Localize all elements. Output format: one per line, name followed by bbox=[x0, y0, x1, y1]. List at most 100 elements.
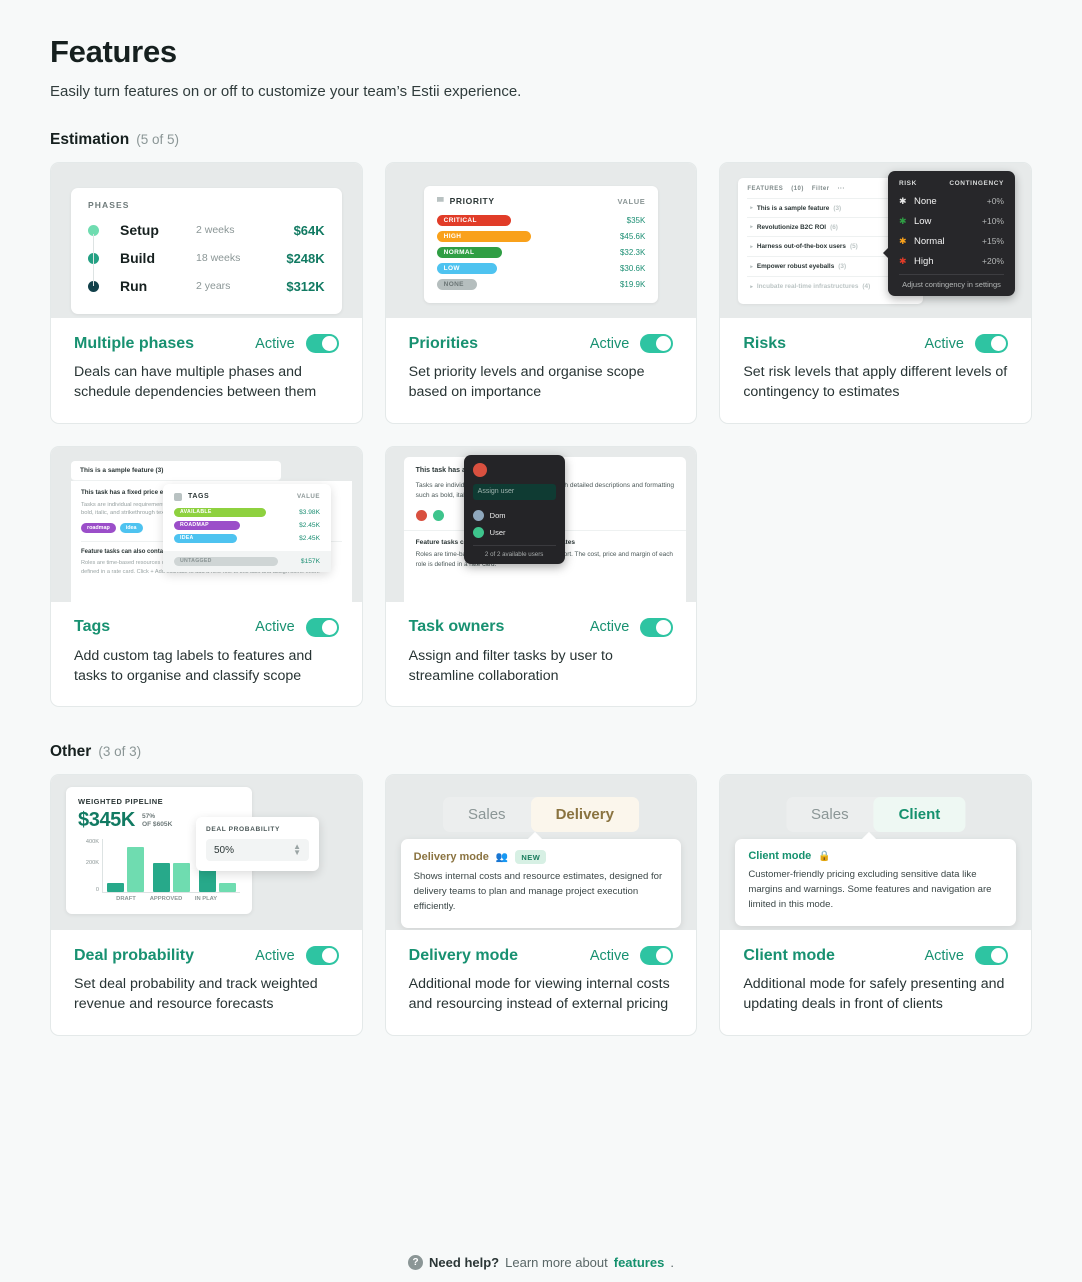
feature-card-deal-probability[interactable]: WEIGHTED PIPELINE $345K 57% OF $605K 400… bbox=[50, 774, 363, 1036]
item-name: Revolutionize B2C ROI bbox=[756, 223, 827, 231]
help-bold: Need help? bbox=[429, 1255, 500, 1270]
card-state: Active bbox=[589, 617, 674, 637]
feature-toggle[interactable] bbox=[640, 946, 674, 966]
tags-value-header: VALUE bbox=[296, 493, 320, 501]
feature-card-delivery-mode[interactable]: Sales Delivery Delivery mode 👥 NEW Shows… bbox=[384, 774, 698, 1036]
priority-header-row: PRIORITY VALUE bbox=[436, 196, 646, 206]
deal-probability-popup: DEAL PROBABILITY 50% ▲ ▼ bbox=[196, 817, 319, 872]
x-label: APPROVED bbox=[149, 896, 183, 903]
tag-row: IDEA $2.45K bbox=[174, 532, 320, 545]
feature-toggle[interactable] bbox=[974, 946, 1008, 966]
features-count: (10) bbox=[791, 186, 804, 192]
feature-card-risks[interactable]: FEATURES (10) Filter ··· ▸ This is a sam… bbox=[719, 162, 1032, 424]
chevron-right-icon: ▸ bbox=[750, 205, 753, 211]
pct-line1: 57% bbox=[141, 812, 156, 820]
priority-panel: PRIORITY VALUE CRITICAL $35K HIGH $45.6K bbox=[423, 186, 659, 303]
risk-contingency-menu: RISK CONTINGENCY ✱ None +0% ✱ Low +10% ✱… bbox=[882, 171, 1015, 296]
popup-description: Shows internal costs and resource estima… bbox=[413, 871, 663, 912]
untagged-value: $157K bbox=[300, 557, 320, 565]
tab-delivery[interactable]: Delivery bbox=[530, 797, 639, 833]
card-body: Priorities Active Set priority levels an… bbox=[386, 318, 697, 423]
pipeline-header: WEIGHTED PIPELINE bbox=[78, 797, 164, 807]
card-title: Delivery mode bbox=[408, 946, 519, 964]
item-name: Harness out-of-the-box users bbox=[756, 243, 846, 250]
card-header-row: Task owners Active bbox=[408, 617, 674, 637]
user-option[interactable]: Dom bbox=[472, 507, 556, 524]
feature-card-tags[interactable]: This is a sample feature (3) This task h… bbox=[50, 445, 363, 708]
feature-card-client-mode[interactable]: Sales Client Client mode 🔒 Customer-frie… bbox=[719, 774, 1032, 1036]
avatar bbox=[415, 509, 427, 521]
priority-row: HIGH $45.6K bbox=[436, 228, 645, 244]
card-header-row: Deal probability Active bbox=[74, 946, 339, 966]
priority-bar: HIGH bbox=[436, 230, 531, 242]
risk-menu-row[interactable]: ✱ Low +10% bbox=[899, 211, 1004, 231]
priority-label: NONE bbox=[443, 280, 464, 288]
help-period: . bbox=[670, 1255, 674, 1270]
popup-arrow bbox=[862, 832, 877, 847]
current-user-avatar bbox=[472, 462, 487, 477]
help-icon[interactable]: ? bbox=[408, 1255, 424, 1270]
risk-menu-row[interactable]: ✱ None +0% bbox=[899, 191, 1004, 211]
risk-level-label: Low bbox=[913, 215, 932, 227]
card-title: Task owners bbox=[408, 618, 505, 636]
item-name: This is a sample feature bbox=[756, 204, 830, 212]
tag-bar: ROADMAP bbox=[174, 520, 240, 530]
feature-toggle[interactable] bbox=[640, 617, 674, 637]
tab-client[interactable]: Client bbox=[873, 797, 966, 833]
feature-toggle[interactable] bbox=[305, 946, 339, 966]
tab-sales[interactable]: Sales bbox=[443, 797, 531, 832]
card-description: Deals can have multiple phases and sched… bbox=[74, 364, 317, 401]
features-link[interactable]: features bbox=[614, 1255, 665, 1270]
item-count: (4) bbox=[862, 283, 871, 290]
risk-asterisk-icon: ✱ bbox=[898, 235, 907, 246]
section-count: (3 of 3) bbox=[98, 744, 142, 760]
page-title: Features bbox=[50, 34, 177, 69]
card-description: Set risk levels that apply different lev… bbox=[743, 364, 1008, 401]
popup-title-row: Delivery mode 👥 NEW bbox=[414, 850, 669, 865]
assign-user-input[interactable]: Assign user bbox=[472, 483, 556, 500]
feature-toggle[interactable] bbox=[305, 334, 339, 353]
user-name: Dom bbox=[489, 510, 506, 520]
tab-sales[interactable]: Sales bbox=[786, 797, 874, 832]
feature-toggle[interactable] bbox=[640, 334, 674, 353]
grid-spacer bbox=[719, 446, 1032, 708]
menu-footer[interactable]: Adjust contingency in settings bbox=[898, 274, 1004, 296]
phases-connector bbox=[93, 234, 94, 286]
feature-card-task-owners[interactable]: This task has a fixed price estimate Tas… bbox=[384, 445, 698, 708]
card-body: Task owners Active Assign and filter tas… bbox=[386, 602, 697, 707]
user-option[interactable]: User bbox=[472, 524, 556, 541]
probability-field[interactable]: 50% ▲ ▼ bbox=[206, 839, 309, 862]
menu-pointer bbox=[882, 247, 889, 259]
bar bbox=[219, 883, 236, 893]
card-header-row: Multiple phases Active bbox=[74, 334, 339, 353]
x-label: IN PLAY bbox=[194, 896, 218, 903]
priority-value: $32.3K bbox=[619, 247, 646, 257]
chevron-right-icon: ▸ bbox=[750, 283, 753, 290]
feature-card-multiple-phases[interactable]: PHASES Setup 2 weeks $64K Build 18 weeks… bbox=[50, 162, 363, 424]
avatar bbox=[472, 526, 484, 538]
feature-toggle[interactable] bbox=[974, 334, 1008, 353]
card-state: Active bbox=[924, 334, 1008, 353]
priority-header: PRIORITY bbox=[449, 196, 495, 206]
state-label: Active bbox=[255, 619, 295, 636]
priority-bar: NORMAL bbox=[436, 246, 502, 258]
flag-icon bbox=[436, 197, 444, 202]
card-header-row: Delivery mode Active bbox=[408, 946, 674, 966]
priority-label: LOW bbox=[443, 264, 460, 272]
tags-topbar: This is a sample feature (3) bbox=[71, 460, 281, 481]
card-description: Set deal probability and track weighted … bbox=[74, 976, 318, 1013]
priority-value: $35K bbox=[626, 215, 646, 225]
tag-value: $2.45K bbox=[299, 521, 320, 529]
risk-menu-row[interactable]: ✱ High +20% bbox=[899, 251, 1004, 271]
state-label: Active bbox=[589, 619, 630, 636]
risk-level-label: Normal bbox=[913, 235, 945, 247]
tag-row: ROADMAP $2.45K bbox=[174, 519, 320, 532]
card-body: Risks Active Set risk levels that apply … bbox=[720, 318, 1031, 423]
feature-card-priorities[interactable]: PRIORITY VALUE CRITICAL $35K HIGH $45.6K bbox=[384, 162, 698, 424]
stepper-icon[interactable]: ▲ ▼ bbox=[293, 842, 301, 856]
feature-toggle[interactable] bbox=[305, 617, 339, 637]
avatar bbox=[472, 509, 484, 521]
item-count: (3) bbox=[838, 263, 847, 270]
priority-label: CRITICAL bbox=[443, 216, 477, 224]
risk-menu-row[interactable]: ✱ Normal +15% bbox=[899, 231, 1004, 251]
